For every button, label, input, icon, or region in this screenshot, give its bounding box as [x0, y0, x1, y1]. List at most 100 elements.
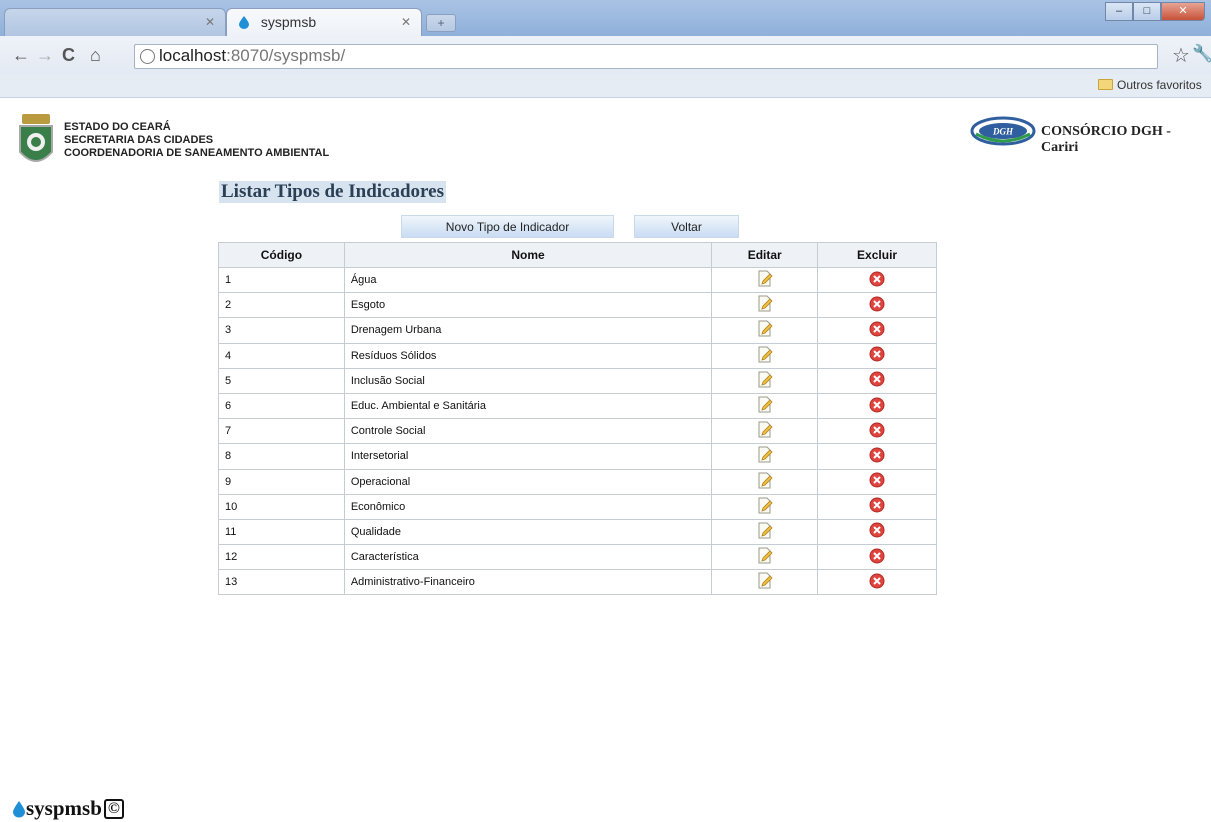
delete-x-icon[interactable] — [869, 346, 885, 365]
edit-pencil-icon[interactable] — [757, 371, 773, 391]
cell-codigo: 3 — [218, 317, 345, 344]
cell-excluir — [817, 544, 937, 571]
delete-x-icon[interactable] — [869, 573, 885, 592]
org-line-secretariat: SECRETARIA DAS CIDADES — [64, 134, 214, 146]
delete-x-icon[interactable] — [869, 522, 885, 541]
column-header-codigo: Código — [218, 242, 345, 268]
cell-excluir — [817, 518, 937, 546]
back-button[interactable]: Voltar — [634, 215, 739, 238]
edit-pencil-icon[interactable] — [757, 421, 773, 441]
forward-arrow-icon[interactable]: → — [36, 45, 54, 66]
delete-x-icon[interactable] — [869, 296, 885, 315]
folder-icon — [1098, 79, 1113, 90]
column-header-nome: Nome — [343, 242, 713, 268]
edit-pencil-icon[interactable] — [757, 446, 773, 466]
edit-pencil-icon[interactable] — [757, 295, 773, 315]
delete-x-icon[interactable] — [869, 397, 885, 416]
cell-codigo: 13 — [218, 569, 345, 596]
cell-excluir — [817, 569, 937, 596]
delete-x-icon[interactable] — [869, 497, 885, 516]
tab-close-icon[interactable]: ✕ — [205, 15, 215, 29]
edit-pencil-icon[interactable] — [757, 497, 773, 517]
wrench-icon[interactable]: 🔧 — [1192, 44, 1211, 64]
cell-codigo: 2 — [218, 292, 345, 319]
edit-pencil-icon[interactable] — [757, 572, 773, 592]
cell-codigo: 8 — [218, 443, 345, 470]
bookmarks-bar: Outros favoritos — [0, 74, 1211, 98]
new-tab-button[interactable]: + — [426, 14, 456, 32]
new-indicator-type-button[interactable]: Novo Tipo de Indicador — [401, 215, 614, 238]
cell-excluir — [817, 367, 937, 394]
tab-close-icon[interactable]: ✕ — [401, 15, 411, 29]
bookmark-folder-other[interactable]: Outros favoritos — [1098, 78, 1202, 92]
window-controls: – □ ✕ — [1105, 2, 1205, 22]
table-row: 2 Esgoto — [218, 292, 937, 319]
cell-excluir — [817, 292, 937, 319]
delete-x-icon[interactable] — [869, 422, 885, 441]
window-close-button[interactable]: ✕ — [1161, 2, 1205, 21]
cell-editar — [711, 317, 819, 344]
browser-titlebar: ✕ syspmsb ✕ + – □ ✕ — [0, 0, 1211, 37]
column-header-editar: Editar — [711, 242, 819, 268]
cell-codigo: 10 — [218, 493, 345, 520]
delete-x-icon[interactable] — [869, 548, 885, 567]
table-row: 4 Resíduos Sólidos — [218, 342, 937, 369]
cell-nome: Intersetorial — [343, 443, 713, 470]
table-body: 1 Água 2 Esgoto 3 Drenagem Urbana 4 Resíduos Só… — [218, 266, 937, 596]
table-row: 3 Drenagem Urbana — [218, 317, 937, 344]
cell-editar — [711, 518, 819, 546]
cell-nome: Controle Social — [343, 418, 713, 445]
edit-pencil-icon[interactable] — [757, 522, 773, 542]
cell-nome: Qualidade — [343, 518, 713, 546]
cell-editar — [711, 292, 819, 319]
edit-pencil-icon[interactable] — [757, 320, 773, 340]
reload-icon[interactable]: C — [62, 45, 75, 66]
footer-brand: syspmsb © — [12, 796, 124, 821]
cell-editar — [711, 266, 819, 294]
tab-active-title: syspmsb — [260, 14, 317, 30]
cell-nome: Característica — [343, 544, 713, 571]
cell-nome: Educ. Ambiental e Sanitária — [343, 392, 713, 420]
cell-excluir — [817, 342, 937, 369]
cell-excluir — [817, 317, 937, 344]
edit-pencil-icon[interactable] — [757, 547, 773, 567]
maximize-button[interactable]: □ — [1133, 2, 1161, 21]
cell-excluir — [817, 468, 937, 495]
home-icon[interactable]: ⌂ — [90, 45, 101, 66]
tab-inactive[interactable]: ✕ — [4, 8, 226, 36]
cell-codigo: 11 — [218, 518, 345, 546]
delete-x-icon[interactable] — [869, 472, 885, 491]
minimize-button[interactable]: – — [1105, 2, 1133, 21]
cell-codigo: 1 — [218, 266, 345, 294]
back-arrow-icon[interactable]: ← — [12, 45, 30, 66]
delete-x-icon[interactable] — [869, 321, 885, 340]
tab-active[interactable]: syspmsb ✕ — [226, 8, 422, 37]
cell-nome: Resíduos Sólidos — [343, 342, 713, 369]
edit-pencil-icon[interactable] — [757, 270, 773, 290]
water-drop-icon — [239, 16, 249, 29]
delete-x-icon[interactable] — [869, 371, 885, 390]
cell-excluir — [817, 418, 937, 445]
cell-nome: Operacional — [343, 468, 713, 495]
table-row: 9 Operacional — [218, 468, 937, 495]
table-row: 12 Característica — [218, 544, 937, 571]
edit-pencil-icon[interactable] — [757, 346, 773, 366]
bookmark-star-icon[interactable]: ☆ — [1172, 43, 1190, 68]
table-row: 10 Econômico — [218, 493, 937, 520]
delete-x-icon[interactable] — [869, 271, 885, 290]
table-row: 1 Água — [218, 266, 937, 294]
org-header: ESTADO DO CEARÁ SECRETARIA DAS CIDADES C… — [64, 121, 329, 160]
org-line-state: ESTADO DO CEARÁ — [64, 121, 171, 133]
table-header-row: Código Nome Editar Excluir — [218, 242, 937, 268]
footer-brand-name: syspmsb — [26, 796, 102, 820]
delete-x-icon[interactable] — [869, 447, 885, 466]
cell-excluir — [817, 266, 937, 294]
svg-text:DGH: DGH — [992, 127, 1014, 137]
table-row: 13 Administrativo-Financeiro — [218, 569, 937, 596]
cell-excluir — [817, 443, 937, 470]
edit-pencil-icon[interactable] — [757, 472, 773, 492]
edit-pencil-icon[interactable] — [757, 396, 773, 416]
address-bar[interactable]: localhost:8070/syspmsb/ — [134, 44, 1158, 69]
cell-nome: Inclusão Social — [343, 367, 713, 394]
column-header-excluir: Excluir — [817, 242, 937, 268]
